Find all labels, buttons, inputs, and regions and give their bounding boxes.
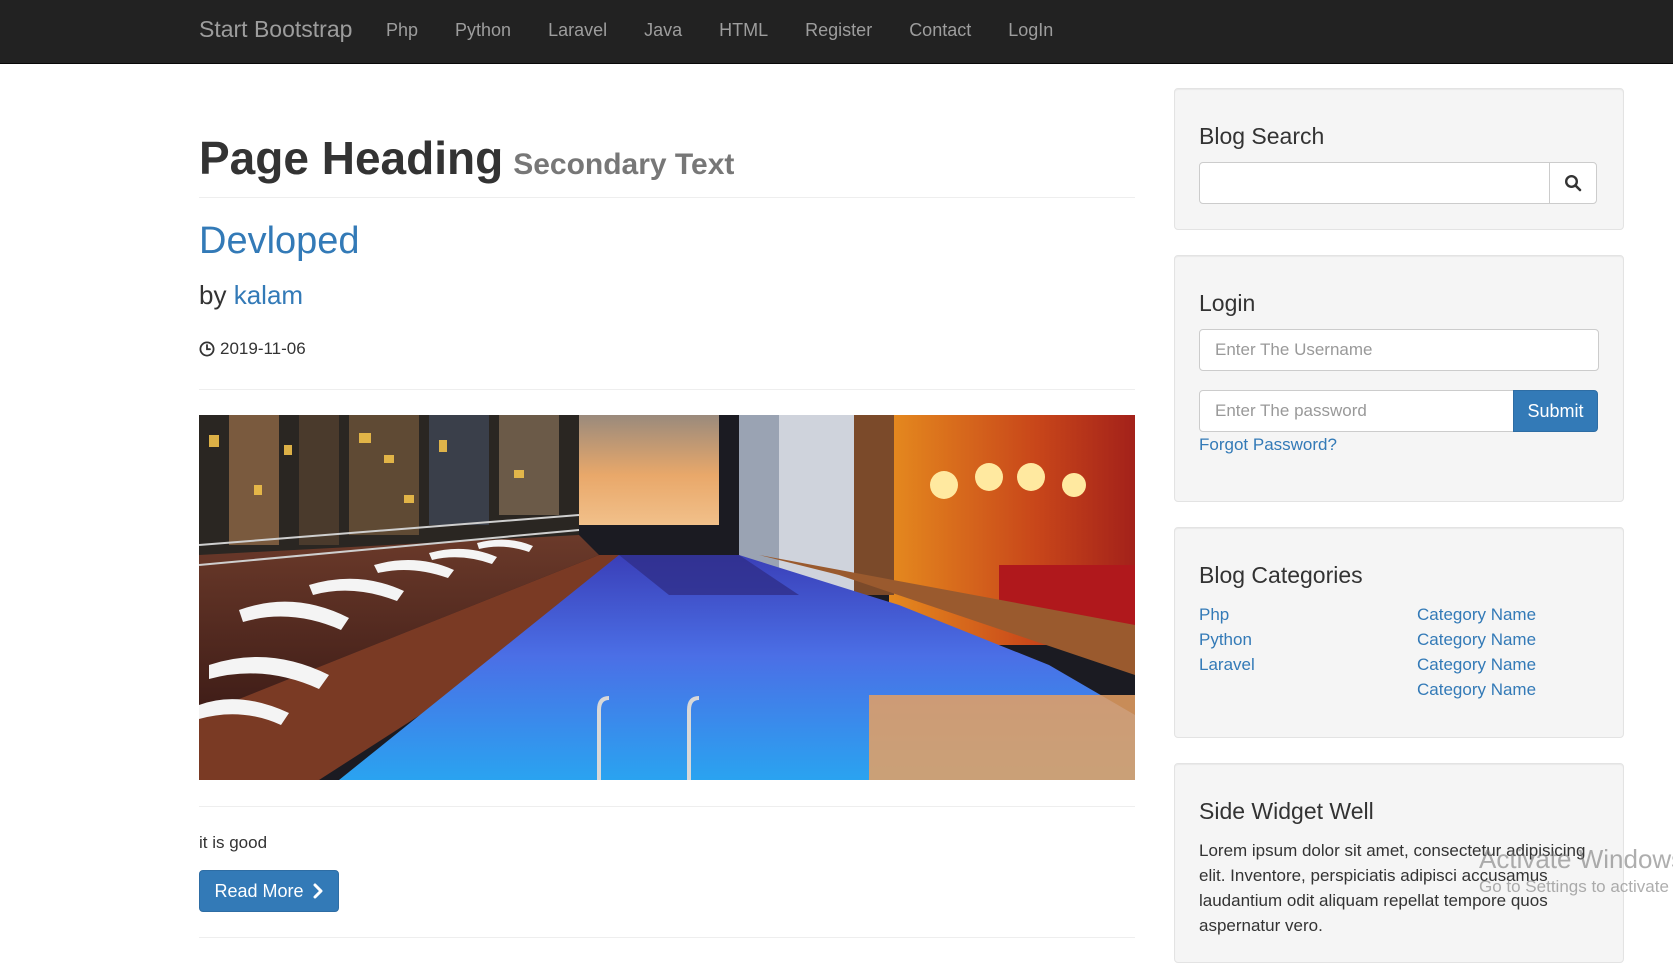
top-navbar: Start Bootstrap Php Python Laravel Java …: [0, 0, 1673, 64]
categories-left-list: Php Python Laravel: [1199, 602, 1255, 677]
post-date-text: 2019-11-06: [220, 339, 306, 358]
category-link[interactable]: Laravel: [1199, 652, 1255, 677]
forgot-password-link[interactable]: Forgot Password?: [1199, 435, 1337, 455]
search-input[interactable]: [1199, 162, 1550, 204]
nav-link-laravel[interactable]: Laravel: [548, 20, 607, 41]
side-widget-title: Side Widget Well: [1199, 798, 1374, 824]
read-more-button[interactable]: Read More: [199, 870, 339, 912]
clock-icon: [199, 341, 215, 357]
category-link[interactable]: Category Name: [1417, 602, 1536, 627]
username-field[interactable]: [1199, 329, 1599, 371]
pool-photo: [199, 415, 1135, 780]
blog-search-well: Blog Search: [1174, 88, 1624, 230]
post-title-link[interactable]: Devloped: [199, 220, 360, 263]
post-byline: by kalam: [199, 280, 303, 311]
nav-link-contact[interactable]: Contact: [909, 20, 971, 41]
blog-search-title: Blog Search: [1199, 123, 1325, 149]
divider: [199, 389, 1135, 390]
read-more-label: Read More: [214, 880, 304, 901]
login-title: Login: [1199, 290, 1256, 316]
byline-label: by: [199, 280, 227, 310]
page-title: Page Heading Secondary Text: [199, 133, 1135, 184]
divider: [199, 937, 1135, 938]
nav-link-login[interactable]: LogIn: [1008, 20, 1053, 41]
page-header: Page Heading Secondary Text: [199, 133, 1135, 198]
nav-link-html[interactable]: HTML: [719, 20, 768, 41]
author-link[interactable]: kalam: [234, 280, 303, 310]
search-button[interactable]: [1549, 162, 1597, 204]
post-image: [199, 415, 1135, 780]
password-field[interactable]: [1199, 390, 1514, 432]
category-link[interactable]: Python: [1199, 627, 1255, 652]
category-link[interactable]: Category Name: [1417, 652, 1536, 677]
navbar-brand[interactable]: Start Bootstrap: [199, 16, 352, 43]
nav-link-java[interactable]: Java: [644, 20, 682, 41]
category-link[interactable]: Php: [1199, 602, 1255, 627]
page-heading-text: Page Heading: [199, 132, 504, 184]
chevron-right-icon: [313, 883, 323, 899]
nav-link-python[interactable]: Python: [455, 20, 511, 41]
categories-right-list: Category Name Category Name Category Nam…: [1417, 602, 1536, 702]
navbar-links: Php Python Laravel Java HTML Register Co…: [386, 20, 1090, 41]
blog-categories-well: Blog Categories Php Python Laravel Categ…: [1174, 527, 1624, 738]
nav-link-register[interactable]: Register: [805, 20, 872, 41]
post-excerpt: it is good: [199, 833, 268, 852]
divider: [199, 806, 1135, 807]
secondary-text: Secondary Text: [513, 148, 735, 181]
nav-link-php[interactable]: Php: [386, 20, 418, 41]
search-icon: [1564, 174, 1582, 192]
watermark-title: Activate Windows: [1479, 844, 1673, 874]
category-link[interactable]: Category Name: [1417, 677, 1536, 702]
blog-categories-title: Blog Categories: [1199, 562, 1363, 588]
submit-button[interactable]: Submit: [1513, 390, 1598, 432]
windows-activation-watermark: Activate Windows Go to Settings to activ…: [1479, 844, 1673, 897]
post-date: 2019-11-06: [199, 339, 306, 359]
watermark-subtitle: Go to Settings to activate Windows.: [1479, 877, 1673, 896]
login-well: Login Submit Forgot Password?: [1174, 255, 1624, 502]
category-link[interactable]: Category Name: [1417, 627, 1536, 652]
